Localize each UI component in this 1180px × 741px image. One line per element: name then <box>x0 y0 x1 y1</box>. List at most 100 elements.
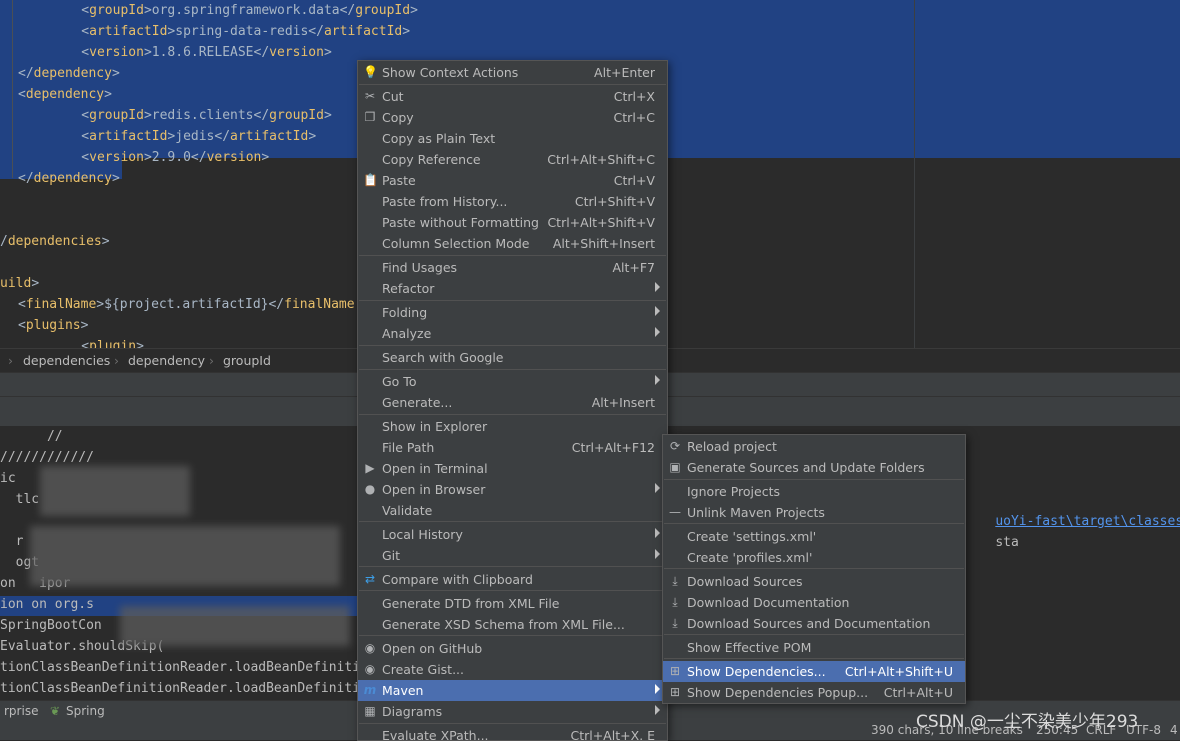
menu-item-git[interactable]: Git <box>358 545 667 566</box>
submenu-arrow-icon <box>655 483 660 493</box>
menu-item-label: Generate... <box>382 395 453 410</box>
maven-submenu: ⟳ Reload project ▣ Generate Sources and Upd… <box>662 434 966 704</box>
code-text: >jedis</ <box>167 129 231 144</box>
menu-item-reload-project[interactable]: ⟳ Reload project <box>663 436 965 457</box>
console-line: //////////// <box>0 450 94 465</box>
console-line: SpringBootCon <box>0 618 102 633</box>
breadcrumb-item-dependency[interactable]: dependency <box>128 353 205 368</box>
menu-item-column-selection-mode[interactable]: Column Selection Mode Alt+Shift+Insert <box>358 233 667 254</box>
menu-item-go-to[interactable]: Go To <box>358 371 667 392</box>
menu-item-copy[interactable]: ❐ Copy Ctrl+C <box>358 107 667 128</box>
menu-item-label: Reload project <box>687 439 777 454</box>
console-path-link[interactable]: uoYi-fast\target\classes <box>995 514 1180 529</box>
menu-item-generate-sources-and-update-folders[interactable]: ▣ Generate Sources and Update Folders <box>663 457 965 478</box>
console-path[interactable]: uoYi-fast\target\classes sta <box>964 490 1180 550</box>
editor-context-menu: 💡 Show Context Actions Alt+Enter ✂ Cut Ctrl+X… <box>357 60 668 741</box>
maven-icon: m <box>363 683 377 697</box>
menu-item-show-in-explorer[interactable]: Show in Explorer <box>358 416 667 437</box>
menu-item-paste-from-history[interactable]: Paste from History... Ctrl+Shift+V <box>358 191 667 212</box>
menu-item-cut[interactable]: ✂ Cut Ctrl+X <box>358 86 667 107</box>
console-line: tionClassBeanDefinitionReader.loadBeanDe… <box>0 660 361 675</box>
menu-item-generate[interactable]: Generate... Alt+Insert <box>358 392 667 413</box>
menu-item-show-effective-pom[interactable]: Show Effective POM <box>663 637 965 658</box>
menu-item-label: Analyze <box>382 326 432 341</box>
code-text: > <box>410 3 418 18</box>
code-line: <artifactId>spring-data-redis</artifactI… <box>50 21 410 42</box>
menu-item-show-dependencies-popup[interactable]: ⊞ Show Dependencies Popup... Ctrl+Alt+U <box>663 682 965 703</box>
menu-item-copy-reference[interactable]: Copy Reference Ctrl+Alt+Shift+C <box>358 149 667 170</box>
xml-tag-name: artifactId <box>89 24 168 39</box>
menu-item-label: Generate DTD from XML File <box>382 596 560 611</box>
menu-item-ignore-projects[interactable]: Ignore Projects <box>663 481 965 502</box>
menu-item-unlink-maven-projects[interactable]: — Unlink Maven Projects <box>663 502 965 523</box>
menu-item-label: Local History <box>382 527 463 542</box>
xml-tag-name: groupId <box>89 108 144 123</box>
terminal-icon: ▶ <box>365 461 375 475</box>
download-icon: ⤓ <box>672 595 678 609</box>
menu-item-download-documentation[interactable]: ⤓ Download Documentation <box>663 592 965 613</box>
menu-item-maven[interactable]: m Maven <box>358 680 667 701</box>
status-extra: 4 <box>1170 723 1178 737</box>
menu-item-create-gist[interactable]: ◉ Create Gist... <box>358 659 667 680</box>
code-text: > <box>111 171 120 186</box>
menu-item-label: Show Dependencies... <box>687 664 826 679</box>
menu-item-download-sources-and-documentation[interactable]: ⤓ Download Sources and Documentation <box>663 613 965 634</box>
menu-item-label: Generate Sources and Update Folders <box>687 460 925 475</box>
menu-item-label: Compare with Clipboard <box>382 572 533 587</box>
menu-item-label: Folding <box>382 305 428 320</box>
menu-item-paste[interactable]: 📋 Paste Ctrl+V <box>358 170 667 191</box>
menu-item-shortcut: Ctrl+Alt+F12 <box>571 440 655 455</box>
console-line: ion on org.s <box>0 597 94 612</box>
code-line: </dependency> <box>18 168 120 189</box>
code-text: > <box>261 150 270 165</box>
code-text: > <box>323 108 332 123</box>
menu-item-open-in-browser[interactable]: ● Open in Browser <box>358 479 667 500</box>
xml-tag-name: groupId <box>355 3 411 18</box>
menu-item-open-on-github[interactable]: ◉ Open on GitHub <box>358 638 667 659</box>
status-tab-enterprise[interactable]: rprise <box>4 704 38 718</box>
minus-icon: — <box>669 505 681 519</box>
menu-item-compare-with-clipboard[interactable]: ⇄ Compare with Clipboard <box>358 569 667 590</box>
code-line: <dependency> <box>18 84 112 105</box>
menu-item-generate-dtd-from-xml-file[interactable]: Generate DTD from XML File <box>358 593 667 614</box>
menu-item-create-profiles-xml[interactable]: Create 'profiles.xml' <box>663 547 965 568</box>
menu-item-validate[interactable]: Validate <box>358 500 667 521</box>
code-text: > <box>31 276 40 291</box>
menu-item-show-context-actions[interactable]: 💡 Show Context Actions Alt+Enter <box>358 62 667 83</box>
menu-item-label: File Path <box>382 440 435 455</box>
menu-item-download-sources[interactable]: ⤓ Download Sources <box>663 571 965 592</box>
menu-item-shortcut: Ctrl+X <box>613 89 655 104</box>
menu-item-label: Maven <box>382 683 424 698</box>
globe-icon: ● <box>364 482 376 496</box>
menu-separator <box>359 84 666 85</box>
menu-item-search-with-google[interactable]: Search with Google <box>358 347 667 368</box>
menu-item-paste-without-formatting[interactable]: Paste without Formatting Ctrl+Alt+Shift+V <box>358 212 667 233</box>
menu-item-create-settings-xml[interactable]: Create 'settings.xml' <box>663 526 965 547</box>
code-line: <groupId>redis.clients</groupId> <box>50 105 332 126</box>
menu-item-copy-as-plain-text[interactable]: Copy as Plain Text <box>358 128 667 149</box>
console-path-tail: sta <box>995 535 1019 550</box>
menu-item-diagrams[interactable]: ▦ Diagrams <box>358 701 667 722</box>
menu-item-show-dependencies[interactable]: ⊞ Show Dependencies... Ctrl+Alt+Shift+U <box>663 661 965 682</box>
menu-item-label: Column Selection Mode <box>382 236 530 251</box>
menu-item-open-in-terminal[interactable]: ▶ Open in Terminal <box>358 458 667 479</box>
menu-item-folding[interactable]: Folding <box>358 302 667 323</box>
status-tab-spring[interactable]: Spring <box>66 704 105 718</box>
breadcrumb-item-groupid[interactable]: groupId <box>223 353 271 368</box>
breadcrumb-item-dependencies[interactable]: dependencies <box>23 353 110 368</box>
menu-item-generate-xsd-schema-from-xml-file[interactable]: Generate XSD Schema from XML File... <box>358 614 667 635</box>
menu-item-label: Search with Google <box>382 350 504 365</box>
generate-sources-icon: ▣ <box>669 460 681 474</box>
xml-tag-name: groupId <box>269 108 324 123</box>
menu-item-file-path[interactable]: File Path Ctrl+Alt+F12 <box>358 437 667 458</box>
menu-separator <box>359 723 666 724</box>
menu-separator <box>359 300 666 301</box>
menu-item-analyze[interactable]: Analyze <box>358 323 667 344</box>
menu-item-refactor[interactable]: Refactor <box>358 278 667 299</box>
menu-item-label: Open in Browser <box>382 482 486 497</box>
menu-item-label: Diagrams <box>382 704 443 719</box>
scissors-icon: ✂ <box>364 89 376 103</box>
dependencies-icon: ⊞ <box>669 664 681 678</box>
menu-item-find-usages[interactable]: Find Usages Alt+F7 <box>358 257 667 278</box>
menu-item-local-history[interactable]: Local History <box>358 524 667 545</box>
